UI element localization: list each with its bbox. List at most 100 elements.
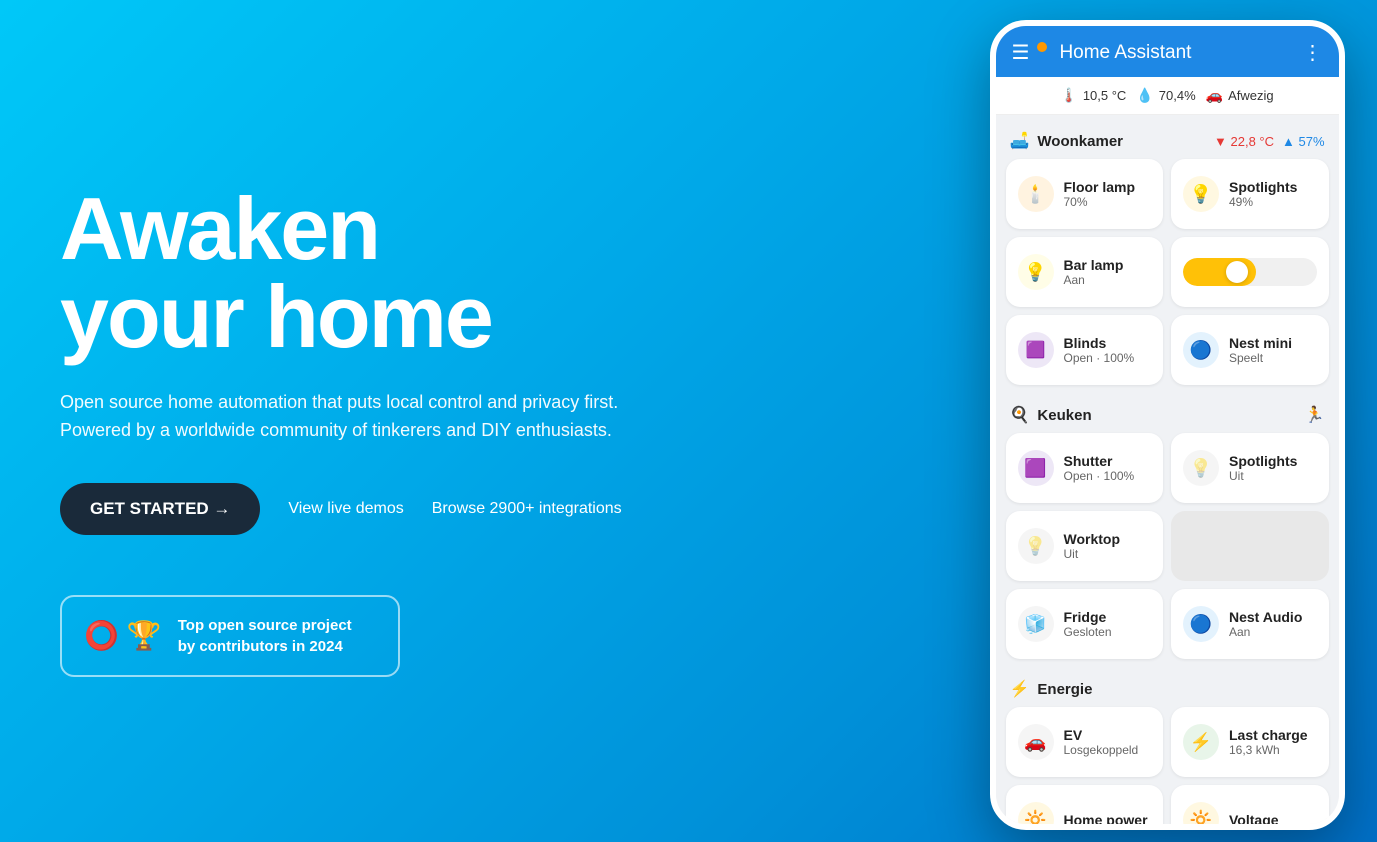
spotlights-woon-name: Spotlights [1229, 179, 1317, 195]
spotlights-keuk-info: Spotlights Uit [1229, 453, 1317, 483]
bar-lamp-icon-wrap: 💡 [1018, 254, 1054, 290]
worktop-name: Worktop [1064, 531, 1152, 547]
phone-mockup: ☰ Home Assistant ⋮ 🌡️ 10,5 °C 💧 70,4% 🚗 … [990, 20, 1345, 830]
phone-container: ☰ Home Assistant ⋮ 🌡️ 10,5 °C 💧 70,4% 🚗 … [977, 0, 1377, 842]
blinds-status: Open · 100% [1064, 351, 1152, 365]
device-nest-mini[interactable]: 🔵 Nest mini Speelt [1171, 315, 1329, 385]
blinds-icon-wrap: 🟪 [1018, 332, 1054, 368]
fridge-icon-wrap: 🧊 [1018, 606, 1054, 642]
trophy-icon: 🏆 [127, 619, 162, 652]
hero-subtitle: Open source home automation that puts lo… [60, 389, 620, 445]
blinds-info: Blinds Open · 100% [1064, 335, 1152, 365]
device-fridge[interactable]: 🧊 Fridge Gesloten [1006, 589, 1164, 659]
home-power-icon: 🔆 [1024, 810, 1046, 825]
humidity-icon: 💧 [1136, 87, 1153, 104]
device-voltage[interactable]: 🔆 Voltage [1171, 785, 1329, 824]
nest-audio-info: Nest Audio Aan [1229, 609, 1317, 639]
github-icon: ⭕ [84, 619, 119, 652]
car-icon: 🚗 [1206, 87, 1223, 104]
room-keuken-devices: 🟪 Shutter Open · 100% 💡 [1006, 433, 1329, 659]
shutter-status: Open · 100% [1064, 469, 1152, 483]
shutter-name: Shutter [1064, 453, 1152, 469]
room-energie-header: ⚡ Energie [1006, 673, 1329, 707]
spotlight-icon: 💡 [1190, 184, 1212, 205]
device-nest-audio[interactable]: 🔵 Nest Audio Aan [1171, 589, 1329, 659]
room-energie-title-group: ⚡ Energie [1010, 679, 1093, 699]
home-power-name: Home power [1064, 812, 1152, 824]
room-woonkamer-title-group: 🛋️ Woonkamer [1010, 131, 1124, 151]
last-charge-name: Last charge [1229, 727, 1317, 743]
device-home-power[interactable]: 🔆 Home power [1006, 785, 1164, 824]
phone-content[interactable]: 🛋️ Woonkamer ▼ 22,8 °C ▲ 57% 🕯️ [996, 115, 1339, 824]
nest-audio-icon-wrap: 🔵 [1183, 606, 1219, 642]
room-woonkamer: 🛋️ Woonkamer ▼ 22,8 °C ▲ 57% 🕯️ [1006, 125, 1329, 385]
presence-status: 🚗 Afwezig [1206, 87, 1274, 104]
shutter-info: Shutter Open · 100% [1064, 453, 1152, 483]
bulb-icon: 💡 [1024, 262, 1046, 283]
last-charge-icon-wrap: ⚡ [1183, 724, 1219, 760]
bar-lamp-name: Bar lamp [1064, 257, 1152, 273]
hero-actions: GET STARTED → View live demos Browse 290… [60, 483, 917, 535]
get-started-button[interactable]: GET STARTED → [60, 483, 260, 535]
worktop-icon: 💡 [1024, 536, 1046, 557]
device-spotlights-woon[interactable]: 💡 Spotlights 49% [1171, 159, 1329, 229]
candle-icon: 🕯️ [1024, 184, 1046, 205]
voltage-icon-wrap: 🔆 [1183, 802, 1219, 824]
spotlights-keuk-name: Spotlights [1229, 453, 1317, 469]
nest-audio-name: Nest Audio [1229, 609, 1317, 625]
worktop-icon-wrap: 💡 [1018, 528, 1054, 564]
nest-mini-icon-wrap: 🔵 [1183, 332, 1219, 368]
badge-box: ⭕ 🏆 Top open source project by contribut… [60, 595, 400, 677]
room-keuken: 🍳 Keuken 🏃 🟪 Shutter [1006, 399, 1329, 659]
room-woonkamer-label: Woonkamer [1037, 133, 1123, 150]
room-energie-label: Energie [1037, 681, 1092, 698]
device-last-charge[interactable]: ⚡ Last charge 16,3 kWh [1171, 707, 1329, 777]
temperature-value: 10,5 °C [1083, 88, 1127, 103]
notification-dot-wrapper [1039, 48, 1049, 58]
more-options-icon[interactable]: ⋮ [1303, 40, 1323, 65]
device-spotlights-keuk[interactable]: 💡 Spotlights Uit [1171, 433, 1329, 503]
fridge-status: Gesloten [1064, 625, 1152, 639]
status-bar: 🌡️ 10,5 °C 💧 70,4% 🚗 Afwezig [996, 77, 1339, 115]
worktop-status: Uit [1064, 547, 1152, 561]
nest-mini-info: Nest mini Speelt [1229, 335, 1317, 365]
last-charge-status: 16,3 kWh [1229, 743, 1317, 757]
fridge-icon: 🧊 [1024, 614, 1046, 635]
temperature-status: 🌡️ 10,5 °C [1060, 87, 1126, 104]
menu-icon[interactable]: ☰ [1012, 40, 1030, 65]
device-shutter[interactable]: 🟪 Shutter Open · 100% [1006, 433, 1164, 503]
badge-line1: Top open source project [178, 617, 352, 634]
spotlights-keuk-status: Uit [1229, 469, 1317, 483]
device-slider-keuk[interactable] [1171, 511, 1329, 581]
blinds-icon: 🟪 [1026, 340, 1046, 360]
device-worktop[interactable]: 💡 Worktop Uit [1006, 511, 1164, 581]
phone-app-title: Home Assistant [1059, 42, 1292, 64]
device-bar-lamp[interactable]: 💡 Bar lamp Aan [1006, 237, 1164, 307]
sofa-icon: 🛋️ [1010, 131, 1030, 151]
energy-icon: ⚡ [1010, 679, 1030, 699]
view-demos-link[interactable]: View live demos [288, 500, 403, 518]
floor-lamp-name: Floor lamp [1064, 179, 1152, 195]
hero-title: Awakenyour home [60, 185, 917, 361]
room-woonkamer-header: 🛋️ Woonkamer ▼ 22,8 °C ▲ 57% [1006, 125, 1329, 159]
shutter-icon: 🟪 [1024, 458, 1046, 479]
speaker-icon: 🔵 [1190, 340, 1212, 361]
browse-integrations-link[interactable]: Browse 2900+ integrations [432, 500, 622, 518]
device-floor-lamp[interactable]: 🕯️ Floor lamp 70% [1006, 159, 1164, 229]
nest-audio-status: Aan [1229, 625, 1317, 639]
voltage-info: Voltage [1229, 812, 1317, 824]
slider-woon-track [1183, 258, 1317, 286]
device-ev[interactable]: 🚗 EV Losgekoppeld [1006, 707, 1164, 777]
device-blinds[interactable]: 🟪 Blinds Open · 100% [1006, 315, 1164, 385]
room-keuken-label: Keuken [1037, 407, 1091, 424]
device-slider-woon[interactable] [1171, 237, 1329, 307]
spotlights-keuk-icon-wrap: 💡 [1183, 450, 1219, 486]
fridge-info: Fridge Gesloten [1064, 609, 1152, 639]
bar-lamp-status: Aan [1064, 273, 1152, 287]
humidity-status: 💧 70,4% [1136, 87, 1195, 104]
worktop-info: Worktop Uit [1064, 531, 1152, 561]
nest-mini-status: Speelt [1229, 351, 1317, 365]
ev-icon-wrap: 🚗 [1018, 724, 1054, 760]
ev-status: Losgekoppeld [1064, 743, 1152, 757]
spotlights-woon-icon-wrap: 💡 [1183, 176, 1219, 212]
